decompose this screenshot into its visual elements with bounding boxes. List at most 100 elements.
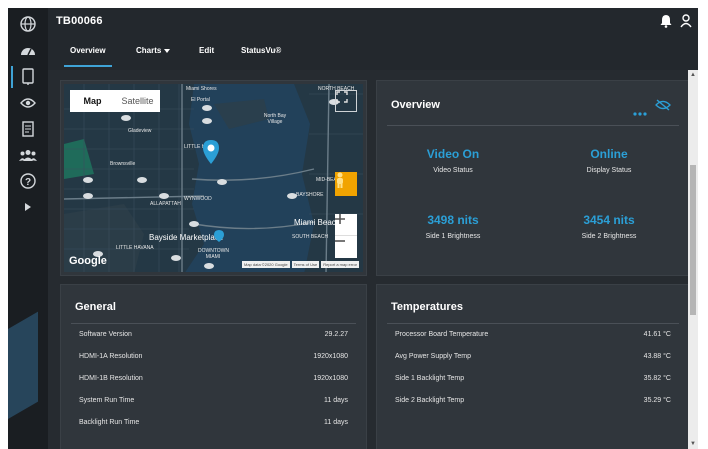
row-key: Software Version xyxy=(79,331,132,338)
chevron-down-icon xyxy=(164,48,171,53)
map-label: SOUTH BEACH xyxy=(292,234,329,240)
row-value: 29.2.27 xyxy=(324,331,348,338)
map-label: LITTLE HAVANA xyxy=(116,245,154,251)
display-status-metric: Online Display Status xyxy=(539,147,679,174)
map-label: ALLAPATTAH xyxy=(150,201,181,207)
map-card: Map Satellite Miami Shores El Portal Nor… xyxy=(60,80,367,276)
row-value: 11 days xyxy=(324,397,348,404)
row-value: 35.82 °C xyxy=(643,375,671,382)
hide-icon[interactable] xyxy=(655,98,671,116)
row-key: HDMI-1B Resolution xyxy=(79,375,143,382)
map-label: Gladeview xyxy=(128,128,152,134)
row-value: 35.29 °C xyxy=(643,397,671,404)
eye-icon[interactable] xyxy=(18,93,38,113)
row-value: 11 days xyxy=(324,419,348,426)
row-value: 1920x1080 xyxy=(313,353,348,360)
row-value: 41.61 °C xyxy=(643,331,671,338)
table-row: System Run Time 11 days xyxy=(79,397,348,409)
report-error-link[interactable]: Report a map error xyxy=(321,261,359,268)
display-status-label: Display Status xyxy=(586,167,632,174)
scroll-down-icon[interactable]: ▼ xyxy=(690,441,696,447)
fullscreen-icon[interactable] xyxy=(335,90,357,112)
overview-title: Overview xyxy=(391,99,440,111)
svg-text:?: ? xyxy=(25,177,31,188)
row-key: Avg Power Supply Temp xyxy=(395,353,472,360)
table-row: Avg Power Supply Temp 43.88 °C xyxy=(395,353,671,365)
globe-icon[interactable] xyxy=(18,14,38,34)
tab-statusvu[interactable]: StatusVu® xyxy=(241,46,281,55)
scroll-up-icon[interactable]: ▲ xyxy=(690,72,696,78)
map-label: DOWNTOWN MIAMI xyxy=(198,248,230,260)
table-row: HDMI-1A Resolution 1920x1080 xyxy=(79,353,348,365)
side1-brightness-metric: 3498 nits Side 1 Brightness xyxy=(383,213,523,240)
users-icon[interactable] xyxy=(18,145,38,165)
scrollbar-thumb[interactable] xyxy=(690,165,696,315)
bell-icon[interactable] xyxy=(660,14,674,28)
zoom-out-icon[interactable] xyxy=(335,236,357,258)
app-window: ? TB00066 Overview Charts Edit StatusVu® xyxy=(8,8,698,449)
more-icon[interactable] xyxy=(633,103,647,121)
overview-card: Overview Video On Video Status Online Di… xyxy=(376,80,690,276)
video-status-value: Video On xyxy=(426,147,480,161)
tab-bar: Overview Charts Edit StatusVu® xyxy=(48,36,698,70)
decorative-shape xyxy=(8,311,38,437)
map-label: WYNWOOD xyxy=(184,196,212,202)
side2-brightness-label: Side 2 Brightness xyxy=(581,233,637,240)
dashboard-icon[interactable] xyxy=(18,40,38,60)
video-status-metric: Video On Video Status xyxy=(383,147,523,174)
row-key: HDMI-1A Resolution xyxy=(79,353,143,360)
google-logo: Google xyxy=(69,255,107,267)
divider xyxy=(387,125,679,126)
terms-link[interactable]: Terms of Use xyxy=(291,261,320,268)
content-area: Map Satellite Miami Shores El Portal Nor… xyxy=(48,70,690,449)
zoom-in-icon[interactable] xyxy=(335,214,357,236)
user-icon[interactable] xyxy=(680,14,694,28)
row-key: System Run Time xyxy=(79,397,135,404)
display-icon[interactable] xyxy=(18,67,38,87)
map-label: Bayside Marketplace xyxy=(149,233,224,242)
map-type-satellite[interactable]: Satellite xyxy=(115,90,160,112)
table-row: Side 1 Backlight Temp 35.82 °C xyxy=(395,375,671,387)
map-data-credit: Map data ©2020 Google xyxy=(241,261,290,268)
video-status-label: Video Status xyxy=(433,167,473,174)
side1-brightness-value: 3498 nits xyxy=(427,213,479,227)
table-row: HDMI-1B Resolution 1920x1080 xyxy=(79,375,348,387)
map-label: Brownsville xyxy=(110,161,136,167)
side2-brightness-value: 3454 nits xyxy=(583,213,635,227)
temperatures-card: Temperatures Processor Board Temperature… xyxy=(376,284,690,449)
top-bar: TB00066 xyxy=(48,8,698,36)
map-type-toggle[interactable]: Map Satellite xyxy=(70,90,160,112)
row-key: Side 2 Backlight Temp xyxy=(395,397,465,404)
row-value: 1920x1080 xyxy=(313,375,348,382)
table-row: Backlight Run Time 11 days xyxy=(79,419,348,431)
table-row: Software Version 29.2.27 xyxy=(79,331,348,343)
general-card: General Software Version 29.2.27 HDMI-1A… xyxy=(60,284,367,449)
tab-charts-label: Charts xyxy=(136,46,162,55)
tab-charts[interactable]: Charts xyxy=(136,46,171,55)
map-view[interactable]: Map Satellite Miami Shores El Portal Nor… xyxy=(64,84,363,272)
row-key: Processor Board Temperature xyxy=(395,331,489,338)
divider xyxy=(71,323,356,324)
map-label: Miami Beach xyxy=(294,218,341,227)
general-title: General xyxy=(75,301,116,313)
table-row: Side 2 Backlight Temp 35.29 °C xyxy=(395,397,671,409)
scrollbar[interactable]: ▲ ▼ xyxy=(688,70,698,449)
side2-brightness-metric: 3454 nits Side 2 Brightness xyxy=(539,213,679,240)
device-title: TB00066 xyxy=(56,15,103,27)
map-label: BAYSHORE xyxy=(296,192,324,198)
help-icon[interactable]: ? xyxy=(18,171,38,191)
map-type-map[interactable]: Map xyxy=(70,90,115,112)
document-icon[interactable] xyxy=(18,119,38,139)
display-status-value: Online xyxy=(590,147,628,161)
table-row: Processor Board Temperature 41.61 °C xyxy=(395,331,671,343)
temperatures-title: Temperatures xyxy=(391,301,463,313)
row-key: Backlight Run Time xyxy=(79,419,140,426)
row-key: Side 1 Backlight Temp xyxy=(395,375,465,382)
map-attribution: Map data ©2020 Google Terms of Use Repor… xyxy=(241,261,359,268)
expand-arrow-icon[interactable] xyxy=(18,197,38,217)
tab-edit[interactable]: Edit xyxy=(199,46,214,55)
pegman-icon[interactable] xyxy=(335,172,357,196)
map-label: El Portal xyxy=(191,97,210,103)
tab-overview[interactable]: Overview xyxy=(64,46,112,67)
divider xyxy=(387,323,679,324)
